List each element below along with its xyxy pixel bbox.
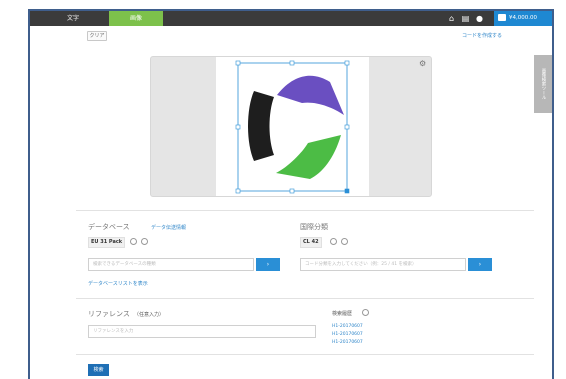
image-preview: ⚙ <box>150 56 432 197</box>
database-title: データベース <box>88 223 130 231</box>
database-tag[interactable]: EU 31 Pack <box>88 237 126 248</box>
top-bar: 文字 画像 ⌂ ▤ ● ¥4,000.00 <box>30 11 552 26</box>
image-canvas <box>216 57 369 196</box>
wallet-icon <box>498 14 506 21</box>
app-window: 文字 画像 ⌂ ▤ ● ¥4,000.00 クリア コードを作成する 画像検索ツ… <box>28 9 554 379</box>
info-icon[interactable] <box>362 309 369 316</box>
reference-title: リファレンス <box>88 310 130 318</box>
logo-image[interactable] <box>216 57 369 196</box>
home-icon[interactable]: ⌂ <box>447 14 456 23</box>
clear-tag-icon[interactable] <box>330 238 337 245</box>
clear-tag-icon[interactable] <box>130 238 137 245</box>
side-tab[interactable]: 画像検索ツール <box>534 55 552 113</box>
history-title: 検索履歴 <box>332 311 353 317</box>
divider <box>76 210 534 211</box>
classification-search-button[interactable]: › <box>468 258 492 271</box>
divider <box>76 354 534 355</box>
tab-text[interactable]: 文字 <box>60 11 86 26</box>
divider <box>76 298 534 299</box>
classification-input[interactable]: コード分類を入力してください（例：25 / 41 を検索） <box>300 258 466 271</box>
create-code-link[interactable]: コードを作成する <box>462 32 502 39</box>
print-icon[interactable]: ▤ <box>461 14 470 23</box>
database-search-input[interactable]: 検索できるデータベースの種類 <box>88 258 254 271</box>
database-info-link[interactable]: データ伝送情報 <box>151 224 186 231</box>
info-icon[interactable] <box>341 238 348 245</box>
chat-icon[interactable]: ● <box>475 14 484 23</box>
database-list-link[interactable]: データベースリストを表示 <box>88 280 148 287</box>
tab-image[interactable]: 画像 <box>109 11 163 26</box>
search-button[interactable]: 検索 <box>88 364 109 376</box>
classification-title: 国際分類 <box>300 223 328 231</box>
history-item[interactable]: H1-20170607 <box>332 332 363 337</box>
account-amount: ¥4,000.00 <box>509 15 537 21</box>
account-balance[interactable]: ¥4,000.00 <box>494 11 552 26</box>
database-search-button[interactable]: › <box>256 258 280 271</box>
history-item[interactable]: H1-20170607 <box>332 340 363 345</box>
reference-input[interactable]: リファレンスを入力 <box>88 325 316 338</box>
classification-tag[interactable]: CL 42 <box>300 237 322 248</box>
info-icon[interactable] <box>141 238 148 245</box>
gear-icon[interactable]: ⚙ <box>419 60 427 68</box>
clear-button[interactable]: クリア <box>87 31 107 41</box>
history-item[interactable]: H1-20170607 <box>332 324 363 329</box>
reference-subtitle: （任意入力） <box>134 312 165 318</box>
